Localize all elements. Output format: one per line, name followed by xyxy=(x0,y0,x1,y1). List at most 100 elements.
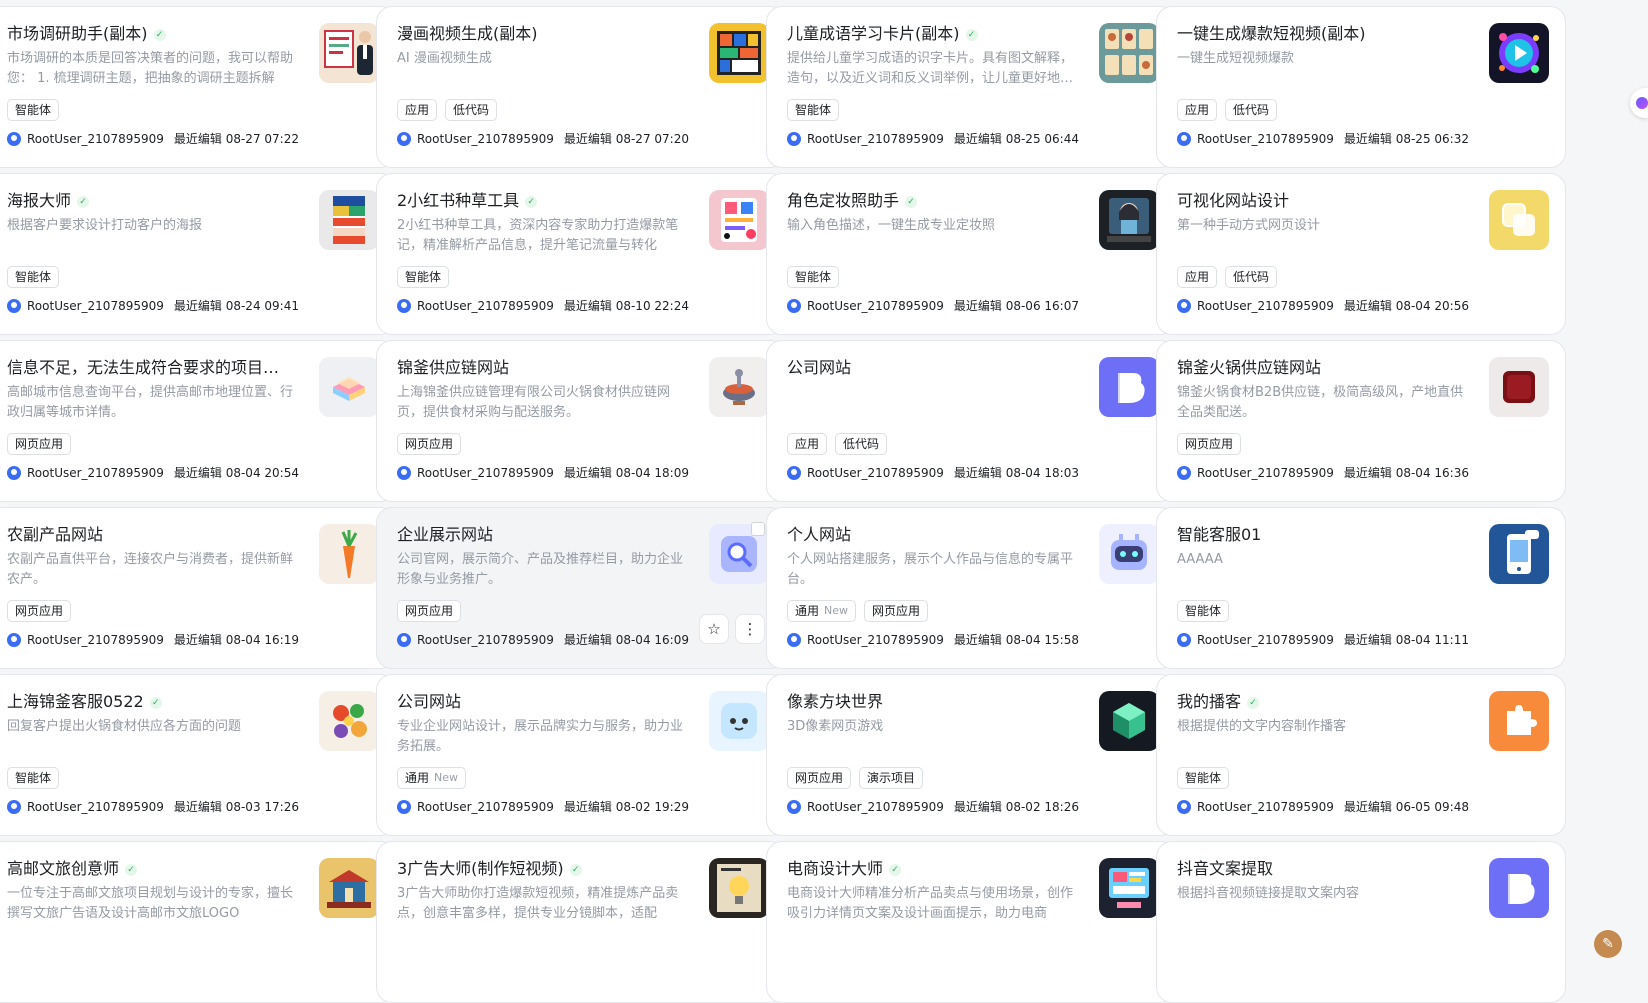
verified-check-icon: ✓ xyxy=(965,29,978,41)
owner-name: RootUser_2107895909 xyxy=(1197,131,1334,146)
card-title: 一键生成爆款短视频(副本) xyxy=(1177,23,1366,45)
card-tags: 智能体 xyxy=(7,767,60,789)
project-card[interactable]: 3广告大师(制作短视频) ✓ 3广告大师助你打造爆款短视频，精准提炼产品卖点，创意丰… xyxy=(376,841,786,1003)
card-tag: 网页应用 xyxy=(397,600,462,622)
select-checkbox[interactable] xyxy=(751,522,765,536)
project-card[interactable]: 公司网站 应用 低代码 RootUser_2107895909 最近编辑 08-04 1… xyxy=(766,340,1176,502)
project-card[interactable]: 儿童成语学习卡片(副本) ✓ 提供给儿童学习成语的识字卡片。具有图文解释，造句，以及… xyxy=(766,6,1176,168)
last-edited: 最近编辑 08-10 22:24 xyxy=(563,299,689,313)
project-card[interactable]: 锦釜火锅供应链网站 锦釜火锅食材B2B供应链，极简高级风，产地直供全品类配送。 网页… xyxy=(1156,340,1566,502)
card-description: 根据抖音视频链接提取文案内容 xyxy=(1177,886,1360,901)
card-tag: 网页应用 xyxy=(864,600,929,622)
project-card[interactable]: 上海锦釜客服0522 ✓ 回复客户提出火锅食材供应各方面的问题 智能体 RootUser… xyxy=(0,674,396,836)
card-description: 回复客户提出火锅食材供应各方面的问题 xyxy=(7,719,242,734)
card-tag: 智能体 xyxy=(1177,600,1230,622)
project-card[interactable]: 市场调研助手(副本) ✓ 市场调研的本质是回答决策者的问题，我可以帮助您： 1. 梳… xyxy=(0,6,396,168)
card-title-text: 像素方块世界 xyxy=(787,692,884,711)
project-card[interactable]: 高邮文旅创意师 ✓ 一位专注于高邮文旅项目规划与设计的专家，擅长撰写文旅广告语及设计… xyxy=(0,841,396,1003)
verified-check-icon: ✓ xyxy=(905,196,918,208)
card-tags: 应用 低代码 xyxy=(787,433,888,455)
last-edited: 最近编辑 08-04 15:58 xyxy=(953,633,1079,647)
last-edited: 最近编辑 08-04 20:54 xyxy=(173,466,299,480)
last-edited: 最近编辑 08-02 18:26 xyxy=(953,800,1079,814)
card-footer: RootUser_2107895909 最近编辑 08-04 15:58 xyxy=(787,631,1079,648)
app-default-icon xyxy=(1489,858,1549,918)
user-avatar-icon xyxy=(397,298,411,313)
project-card[interactable]: 智能客服01 AAAAA 智能体 RootUser_2107895909 最近编辑 08… xyxy=(1156,507,1566,669)
card-tag-label: 智能体 xyxy=(795,103,832,117)
card-tag: 智能体 xyxy=(787,266,840,288)
project-card[interactable]: 一键生成爆款短视频(副本) 一键生成短视频爆款 应用 低代码 RootUser_2107… xyxy=(1156,6,1566,168)
project-card[interactable]: 抖音文案提取 根据抖音视频链接提取文案内容 xyxy=(1156,841,1566,1003)
card-title-text: 智能客服01 xyxy=(1177,525,1262,544)
owner-name: RootUser_2107895909 xyxy=(417,465,554,480)
project-card[interactable]: 我的播客 ✓ 根据提供的文字内容制作播客 智能体 RootUser_2107895909… xyxy=(1156,674,1566,836)
card-footer: RootUser_2107895909 最近编辑 08-06 16:07 xyxy=(787,297,1079,314)
project-card[interactable]: 电商设计大师 ✓ 电商设计大师精准分析产品卖点与使用场景，创作吸引力详情页文案及设计… xyxy=(766,841,1176,1003)
project-card[interactable]: 角色定妆照助手 ✓ 输入角色描述，一键生成专业定妆照 智能体 RootUser_2107… xyxy=(766,173,1176,335)
card-title: 2小红书种草工具 ✓ xyxy=(397,190,538,212)
card-description: AAAAA xyxy=(1177,552,1223,567)
comic-panels-icon xyxy=(709,23,769,83)
more-options-icon[interactable]: ⋮ xyxy=(735,614,765,644)
card-description: 市场调研的本质是回答决策者的问题，我可以帮助您： 1. 梳理调研主题，把抽象的调… xyxy=(7,51,294,86)
last-edited: 最近编辑 08-25 06:44 xyxy=(953,132,1079,146)
last-edited: 最近编辑 08-25 06:32 xyxy=(1343,132,1469,146)
card-description: 2小红书种草工具，资深内容专家助力打造爆款笔记，精准解析产品信息，提升笔记流量与… xyxy=(397,218,679,253)
card-tag: 应用 xyxy=(1177,99,1218,121)
card-description: 根据提供的文字内容制作播客 xyxy=(1177,719,1347,734)
project-card[interactable]: 农副产品网站 农副产品直供平台，连接农户与消费者，提供新鲜农产。 网页应用 RootU… xyxy=(0,507,396,669)
project-card[interactable]: 像素方块世界 3D像素网页游戏 网页应用 演示项目 RootUser_210789590… xyxy=(766,674,1176,836)
carrot-icon xyxy=(319,524,379,584)
card-title: 像素方块世界 xyxy=(787,691,883,713)
card-tags: 网页应用 xyxy=(1177,433,1242,455)
project-card[interactable]: 可视化网站设计 第一种手动方式网页设计 应用 低代码 RootUser_21078959… xyxy=(1156,173,1566,335)
card-tag-label: 通用 xyxy=(795,604,820,618)
last-edited: 最近编辑 08-04 20:56 xyxy=(1343,299,1469,313)
pixel-cube-icon xyxy=(1099,691,1159,751)
card-title-text: 个人网站 xyxy=(787,525,852,544)
card-tags: 网页应用 演示项目 xyxy=(787,767,924,789)
card-title-text: 角色定妆照助手 xyxy=(787,191,900,210)
card-tags: 智能体 xyxy=(1177,767,1230,789)
card-tag: 网页应用 xyxy=(397,433,462,455)
card-description: 上海锦釜供应链管理有限公司火锅食材供应链网页，提供食材采购与配送服务。 xyxy=(397,385,671,420)
card-tag: 应用 xyxy=(1177,266,1218,288)
user-avatar-icon xyxy=(1177,632,1191,647)
project-card[interactable]: 2小红书种草工具 ✓ 2小红书种草工具，资深内容专家助力打造爆款笔记，精准解析产品信… xyxy=(376,173,786,335)
project-card[interactable]: 海报大师 ✓ 根据客户要求设计打动客户的海报 智能体 RootUser_21078959… xyxy=(0,173,396,335)
poster-icon xyxy=(319,190,379,250)
robot-face-icon xyxy=(1099,524,1159,584)
card-tag: 网页应用 xyxy=(7,600,72,622)
business-presenter-icon xyxy=(319,23,379,83)
owner-name: RootUser_2107895909 xyxy=(417,799,554,814)
project-card[interactable]: 企业展示网站 公司官网，展示简介、产品及推荐栏目，助力企业形象与业务推广。 网页应用… xyxy=(376,507,786,669)
project-card[interactable]: 个人网站 个人网站搭建服务，展示个人作品与信息的专属平台。 通用 New 网页应用 Roo… xyxy=(766,507,1176,669)
card-footer: RootUser_2107895909 最近编辑 08-04 11:11 xyxy=(1177,631,1469,648)
last-edited: 最近编辑 08-04 18:03 xyxy=(953,466,1079,480)
owner-name: RootUser_2107895909 xyxy=(1197,799,1334,814)
card-footer: RootUser_2107895909 最近编辑 08-04 18:03 xyxy=(787,464,1079,481)
card-title-text: 电商设计大师 xyxy=(787,859,884,878)
card-title: 3广告大师(制作短视频) ✓ xyxy=(397,858,582,880)
card-tag-label: 网页应用 xyxy=(15,437,64,451)
project-card[interactable]: 漫画视频生成(副本) AI 漫画视频生成 应用 低代码 RootUser_2107895… xyxy=(376,6,786,168)
owner-name: RootUser_2107895909 xyxy=(1197,298,1334,313)
card-tags: 应用 低代码 xyxy=(397,99,498,121)
assistant-float-button[interactable] xyxy=(1630,88,1648,118)
project-card[interactable]: 锦釜供应链网站 上海锦釜供应链管理有限公司火锅食材供应链网页，提供食材采购与配送服… xyxy=(376,340,786,502)
card-tag-label: 通用 xyxy=(405,771,430,785)
feedback-button[interactable]: ✎ xyxy=(1594,930,1622,958)
owner-name: RootUser_2107895909 xyxy=(27,465,164,480)
storefront-icon xyxy=(1099,858,1159,918)
card-tags: 智能体 xyxy=(7,99,60,121)
card-description: 一键生成短视频爆款 xyxy=(1177,51,1295,66)
card-tags: 网页应用 xyxy=(397,600,462,622)
card-tag-label: 网页应用 xyxy=(795,771,844,785)
last-edited: 最近编辑 08-04 16:19 xyxy=(173,633,299,647)
card-tag-label: 低代码 xyxy=(1233,270,1270,284)
star-icon[interactable]: ☆ xyxy=(699,614,729,644)
project-card[interactable]: 公司网站 专业企业网站设计，展示品牌实力与服务，助力业务拓展。 通用 New RootU… xyxy=(376,674,786,836)
project-card[interactable]: 信息不足，无法生成符合要求的项目名称 高邮城市信息查询平台，提供高邮市地理位置、行… xyxy=(0,340,396,502)
play-burst-icon xyxy=(1489,23,1549,83)
